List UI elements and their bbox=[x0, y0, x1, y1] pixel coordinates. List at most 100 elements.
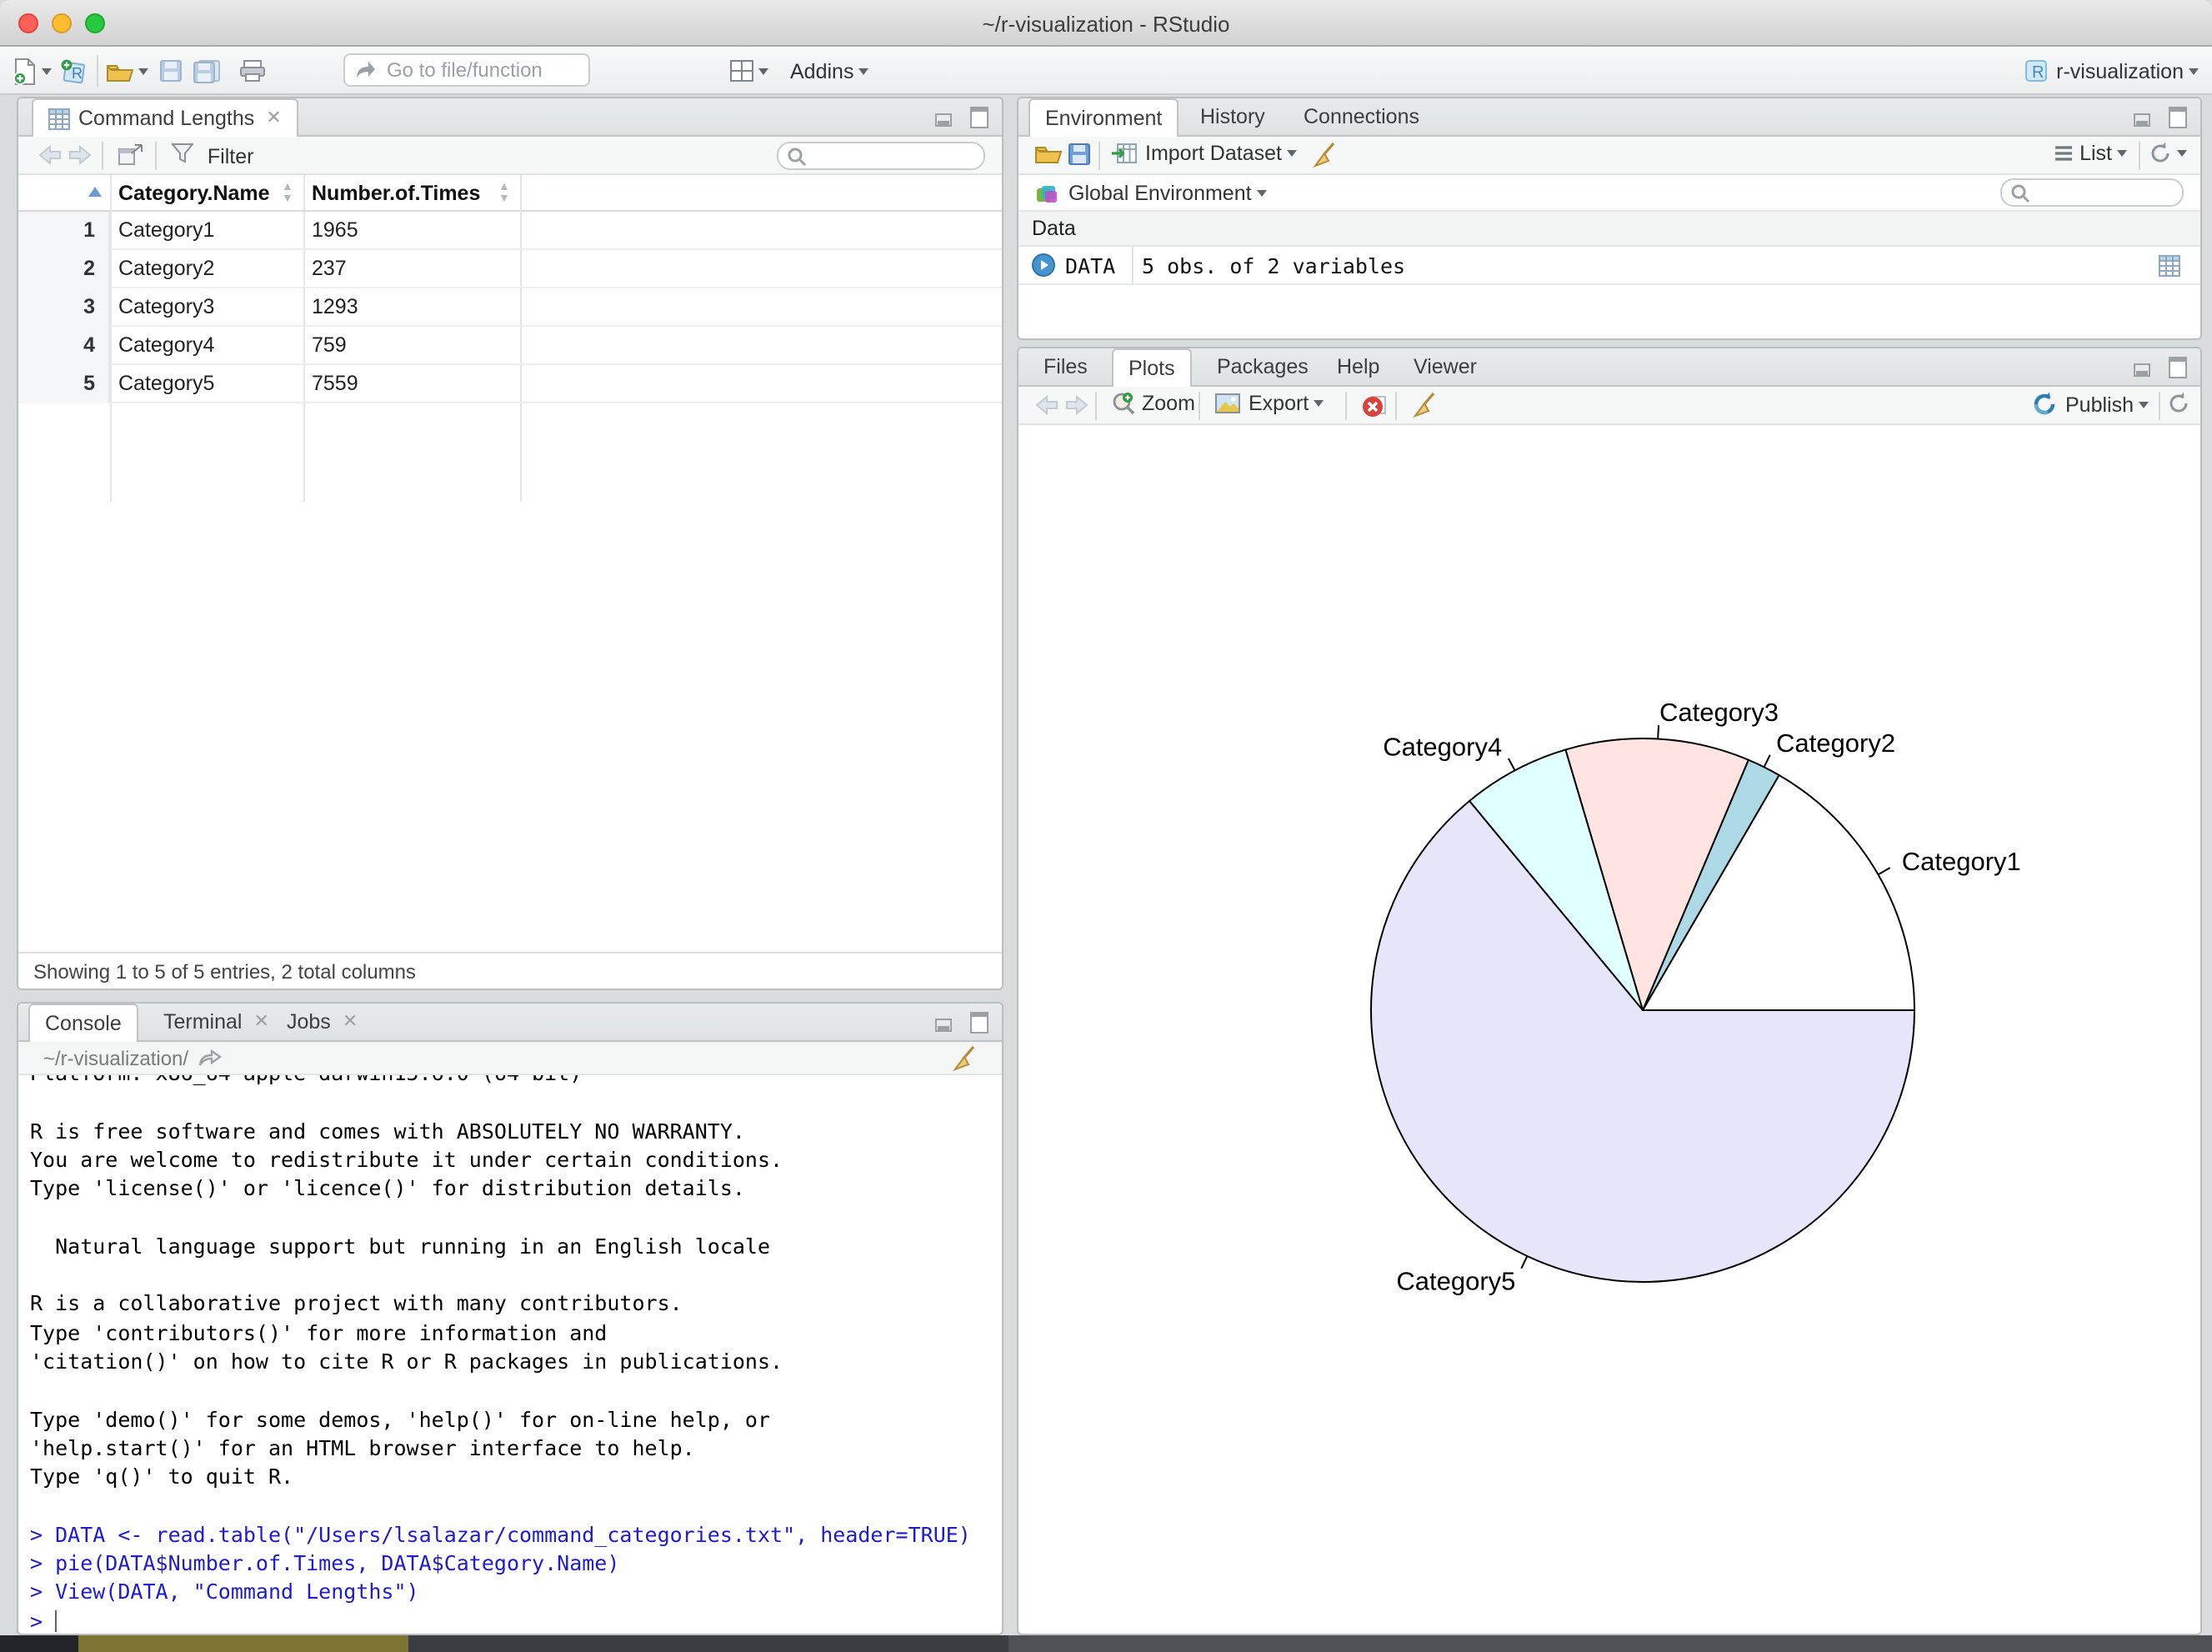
minimize-pane-icon[interactable] bbox=[2134, 107, 2155, 128]
filter-icon bbox=[172, 143, 193, 163]
zoom-plot-button[interactable]: Zoom bbox=[1112, 392, 1195, 415]
column-header-name[interactable]: Category.Name bbox=[118, 175, 270, 213]
tab-terminal[interactable]: Terminal ✕ bbox=[148, 1004, 284, 1042]
goto-file-box[interactable]: Go to file/function bbox=[343, 53, 590, 87]
tab-environment[interactable]: Environment bbox=[1028, 98, 1179, 138]
minimize-pane-icon[interactable] bbox=[935, 107, 957, 128]
clear-all-plots-icon[interactable] bbox=[1412, 392, 1437, 418]
close-tab-icon[interactable]: ✕ bbox=[254, 1004, 269, 1042]
pane-layout-caret-icon[interactable] bbox=[758, 68, 768, 74]
pie-label-tick bbox=[1877, 867, 1891, 876]
close-tab-icon[interactable]: ✕ bbox=[343, 1004, 358, 1042]
refresh-plot-icon[interactable] bbox=[2167, 392, 2190, 415]
minimize-pane-icon[interactable] bbox=[2134, 357, 2155, 378]
zoom-icon bbox=[1112, 392, 1135, 415]
environment-search[interactable] bbox=[2000, 178, 2184, 207]
addins-button[interactable]: Addins bbox=[790, 47, 869, 95]
table-row: 4 Category4 759 bbox=[18, 327, 1002, 366]
previous-plot-icon[interactable] bbox=[1035, 395, 1058, 415]
publish-caret-icon bbox=[2139, 401, 2149, 408]
console-output-line: Type 'q()' to quit R. bbox=[30, 1464, 294, 1489]
next-plot-icon[interactable] bbox=[1065, 395, 1088, 415]
remove-plot-icon[interactable] bbox=[1362, 393, 1387, 418]
publish-icon bbox=[2032, 392, 2057, 417]
column-header-times[interactable]: Number.of.Times bbox=[312, 175, 480, 213]
working-directory-row: ~/r-visualization/ bbox=[18, 1042, 1002, 1075]
addins-label: Addins bbox=[790, 59, 854, 83]
expand-object-icon[interactable] bbox=[1032, 253, 1055, 277]
scope-caret-icon[interactable] bbox=[1256, 189, 1267, 196]
export-plot-button[interactable]: Export bbox=[1215, 392, 1324, 415]
number-of-times-cell: 237 bbox=[312, 257, 347, 281]
connections-tab-label: Connections bbox=[1304, 105, 1419, 128]
tab-connections[interactable]: Connections bbox=[1289, 98, 1434, 137]
environment-entry-row[interactable]: DATA 5 obs. of 2 variables bbox=[1018, 247, 2200, 285]
title-bar: ~/r-visualization - RStudio bbox=[0, 0, 2212, 47]
maximize-pane-icon[interactable] bbox=[2169, 357, 2187, 378]
data-viewer-pane: Command Lengths ✕ Filter Category.Name ▲… bbox=[17, 97, 1003, 990]
project-icon: R bbox=[2023, 58, 2048, 83]
save-icon[interactable] bbox=[160, 60, 182, 82]
maximize-pane-icon[interactable] bbox=[970, 1012, 988, 1034]
print-icon[interactable] bbox=[240, 60, 265, 82]
maximize-pane-icon[interactable] bbox=[970, 107, 988, 128]
tab-plots[interactable]: Plots bbox=[1112, 348, 1192, 388]
refresh-environment-button[interactable] bbox=[2149, 142, 2187, 165]
import-dataset-label: Import Dataset bbox=[1145, 142, 1282, 165]
tab-jobs[interactable]: Jobs ✕ bbox=[272, 1004, 373, 1042]
save-all-icon[interactable] bbox=[193, 59, 220, 83]
plots-tabbar: Files Plots Packages Help Viewer bbox=[1018, 348, 2200, 388]
console-input-line: > bbox=[30, 1608, 58, 1634]
clear-console-icon[interactable] bbox=[952, 1044, 977, 1071]
load-workspace-icon[interactable] bbox=[1035, 143, 1062, 163]
back-icon[interactable] bbox=[38, 145, 62, 165]
plots-toolbar: Zoom Export Publish bbox=[1018, 387, 2200, 425]
data-viewer-search[interactable] bbox=[777, 142, 985, 170]
table-header: Category.Name ▲ ▼ Number.of.Times ▲ ▼ bbox=[18, 175, 1002, 212]
minimize-pane-icon[interactable] bbox=[935, 1012, 957, 1034]
new-file-caret-icon[interactable] bbox=[42, 68, 52, 74]
tab-console[interactable]: Console bbox=[28, 1004, 138, 1044]
tab-packages[interactable]: Packages bbox=[1202, 348, 1324, 387]
table-status: Showing 1 to 5 of 5 entries, 2 total col… bbox=[18, 952, 1002, 989]
plots-tab-label: Plots bbox=[1129, 357, 1175, 380]
console-output[interactable]: Platform: x86_64-apple-darwin15.6.0 (64-… bbox=[18, 1075, 1002, 1634]
new-file-icon[interactable] bbox=[13, 58, 37, 84]
pane-layout-icon[interactable] bbox=[730, 60, 753, 82]
open-file-icon[interactable] bbox=[107, 61, 133, 81]
svg-text:R: R bbox=[2031, 63, 2043, 82]
tab-history[interactable]: History bbox=[1185, 98, 1280, 137]
open-recent-caret-icon[interactable] bbox=[138, 68, 148, 74]
filter-button[interactable]: Filter bbox=[172, 142, 253, 172]
view-table-icon[interactable] bbox=[2159, 254, 2180, 276]
tab-help[interactable]: Help bbox=[1322, 348, 1394, 387]
tab-files[interactable]: Files bbox=[1028, 348, 1103, 387]
tab-viewer[interactable]: Viewer bbox=[1399, 348, 1492, 387]
console-output-line: Natural language support but running in … bbox=[30, 1233, 771, 1259]
environment-tab-label: Environment bbox=[1045, 107, 1163, 130]
publish-button[interactable]: Publish bbox=[2032, 392, 2149, 417]
tab-command-lengths[interactable]: Command Lengths ✕ bbox=[32, 98, 298, 138]
save-workspace-icon[interactable] bbox=[1068, 143, 1090, 165]
close-tab-icon[interactable]: ✕ bbox=[266, 100, 281, 138]
clear-environment-icon[interactable] bbox=[1312, 142, 1337, 168]
sort-arrows-icon[interactable]: ▲ ▼ bbox=[498, 182, 510, 205]
project-menu-button[interactable]: R r-visualization bbox=[2023, 47, 2199, 95]
import-dataset-button[interactable]: Import Dataset bbox=[1112, 142, 1297, 165]
global-environment-label[interactable]: Global Environment bbox=[1068, 181, 1252, 204]
new-project-icon[interactable]: R bbox=[60, 58, 88, 84]
goto-directory-icon[interactable] bbox=[198, 1049, 223, 1067]
forward-icon[interactable] bbox=[68, 145, 92, 165]
maximize-pane-icon[interactable] bbox=[2169, 107, 2187, 128]
files-tab-label: Files bbox=[1043, 355, 1088, 378]
project-caret-icon bbox=[2189, 68, 2199, 74]
row-number-cell: 5 bbox=[18, 365, 110, 404]
sort-ascending-icon[interactable] bbox=[88, 187, 102, 197]
list-view-button[interactable]: List bbox=[2053, 142, 2127, 165]
main-toolbar: R Go to file/function Addins R r-visuali… bbox=[0, 47, 2212, 95]
show-in-new-window-icon[interactable] bbox=[118, 143, 143, 165]
packages-tab-label: Packages bbox=[1217, 355, 1309, 378]
sort-arrows-icon[interactable]: ▲ ▼ bbox=[282, 182, 293, 205]
